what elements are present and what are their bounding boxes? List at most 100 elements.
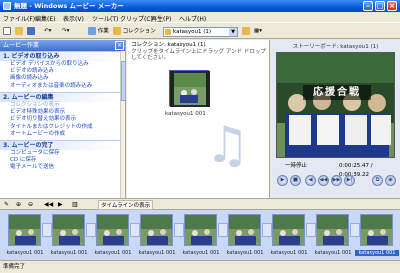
zoom-in-icon[interactable]: ⊕ [16,200,21,210]
section-capture: 1. ビデオの取り込み ビデオ デバイスからの取り込み ビデオの読み込み 画像の… [0,51,120,90]
link-automovie[interactable]: オートムービーの作成 [0,131,120,138]
storyboard-frame[interactable] [360,214,393,246]
folder-icon [165,29,171,35]
storyboard-frame[interactable] [96,214,129,246]
zoom-out-icon[interactable]: ⊖ [28,200,33,210]
maximize-button[interactable]: □ [375,1,385,11]
section-finish: 3. ムービーの完了 コンピュータに保存 CD に保存 電子メールで送信 [0,140,120,172]
storyboard: katasyou1 001 katasyou1 001 katasyou1 001 k… [0,210,400,261]
menu-file[interactable]: ファイル(F) [3,14,35,23]
previous-frame-icon[interactable]: ◀ [305,175,316,186]
collection-dropdown[interactable]: katasyou1 (1) ▼ [163,27,238,37]
section-finish-header[interactable]: 3. ムービーの完了 [0,140,120,150]
tasks-button[interactable]: 作業 [88,27,109,36]
preview-title: ストーリーボード: katasyou1 (1) [292,44,379,50]
play-icon[interactable]: ▶ [277,175,288,186]
play-storyboard-icon[interactable]: ▶ [58,200,63,210]
undo-icon[interactable]: ↶▾ [44,27,51,36]
collection-hint: クリップをタイムライン上にドラッグ アンド ドロップしてください。 [131,48,266,62]
clip-thumbnail-image [170,71,210,107]
window-title: 無題 - Windows ムービー メーカー [14,2,124,10]
clip-thumbnail[interactable] [169,70,210,107]
transition-slot[interactable] [306,223,316,237]
transition-slot[interactable] [42,223,52,237]
music-note-watermark-icon: ♫ [205,116,250,174]
menu-play[interactable]: 再生(P) [151,14,171,23]
movie-tasks-pane: ムービー作業 × 1. ビデオの取り込み ビデオ デバイスからの取り込み ビデオ… [0,40,126,198]
audio-levels-icon[interactable]: ▥ [72,200,78,210]
save-project-icon[interactable] [27,27,35,36]
storyboard-frame-label: katasyou1 001 [314,250,352,256]
transition-slot[interactable] [262,223,272,237]
playback-info: 一時停止 0:00:25.47 / 0:00:39.22 [275,162,397,178]
collections-button[interactable]: コレクション [113,27,156,36]
storyboard-frame[interactable] [140,214,173,246]
tasks-scrollbar[interactable] [120,51,125,198]
view-options-icon[interactable]: ▦▾ [254,27,262,36]
collection-pane: コレクション: katasyou1 (1) クリップをタイムライン上にドラッグ … [127,40,270,198]
storyboard-frame-label: katasyou1 001 [182,250,220,256]
link-send-email[interactable]: 電子メールで送信 [0,164,120,171]
link-import-audio[interactable]: オーディオまたは音楽の読み込み [0,83,120,90]
storyboard-frame-label: katasyou1 001 [94,250,132,256]
storyboard-frame-label: katasyou1 001 [138,250,176,256]
playback-status: 一時停止 [285,163,308,169]
link-video-transitions[interactable]: ビデオ切り替え効果の表示 [0,116,120,123]
menu-bar: ファイル(F) 編集(E) 表示(V) ツール(T) クリップ(C) 再生(P)… [0,12,400,23]
link-import-pictures[interactable]: 画像の読み込み [0,75,120,82]
snapshot-icon[interactable]: ◉ [385,175,396,186]
playback-controls: ▶ ■ ◀ ◀◀ ▶▶ ▶| ⧉ ◉ [275,173,397,189]
storyboard-frame[interactable] [184,214,217,246]
new-project-icon[interactable] [3,27,11,36]
storyboard-frame-label: katasyou1 001 [355,250,399,256]
close-pane-icon[interactable]: × [115,41,124,50]
storyboard-frame[interactable] [228,214,261,246]
section-edit-header[interactable]: 2. ムービーの編集 [0,92,120,102]
storyboard-frame[interactable] [272,214,305,246]
up-folder-icon[interactable] [242,27,250,36]
fast-forward-icon[interactable]: ▶▶ [331,175,342,186]
clip-label: katasyou1 001 [165,111,206,117]
title-bar: 無題 - Windows ムービー メーカー – □ × [0,0,400,12]
collections-icon [113,27,121,35]
menu-edit[interactable]: 編集(E) [35,14,55,23]
storyboard-frame-label: katasyou1 001 [226,250,264,256]
transition-slot[interactable] [218,223,228,237]
rewind-storyboard-icon[interactable]: ◀◀ [44,200,53,210]
app-icon [3,2,11,10]
scroll-thumb[interactable] [121,61,125,101]
split-icon[interactable]: ⧉ [372,175,383,186]
section-capture-header[interactable]: 1. ビデオの取り込み [0,51,120,61]
video-frame-image [277,53,394,157]
video-caption: 応援合戦 [303,85,371,100]
next-frame-icon[interactable]: ▶| [344,175,355,186]
narrate-icon[interactable]: ✎ [4,200,9,210]
redo-icon[interactable]: ↷▾ [62,27,69,36]
storyboard-frame-label: katasyou1 001 [6,250,44,256]
menu-clip[interactable]: クリップ(C) [120,14,153,23]
preview-monitor: ストーリーボード: katasyou1 (1) 応援合戦 一時停止 0:00:2… [271,40,400,198]
storyboard-frame[interactable] [52,214,85,246]
link-titles-credits[interactable]: タイトルまたはクレジットの作成 [0,124,120,131]
transition-slot[interactable] [174,223,184,237]
storyboard-frame[interactable] [8,214,41,246]
close-button[interactable]: × [387,1,397,11]
storyboard-frame[interactable] [316,214,349,246]
section-edit: 2. ムービーの編集 コレクションの表示 ビデオ特殊効果の表示 ビデオ切り替え効… [0,92,120,138]
storyboard-toolbar: ✎ ⊕ ⊖ ◀◀ ▶ ▥ タイムラインの表示 [0,198,400,210]
collection-dropdown-value: katasyou1 (1) [173,29,211,35]
minimize-button[interactable]: – [363,1,373,11]
menu-view[interactable]: 表示(V) [63,14,84,23]
chevron-down-icon[interactable]: ▼ [229,28,237,36]
transition-slot[interactable] [130,223,140,237]
stop-icon[interactable]: ■ [290,175,301,186]
transition-slot[interactable] [86,223,96,237]
video-screen: 応援合戦 [276,52,395,158]
open-project-icon[interactable] [15,27,23,36]
show-timeline-button[interactable]: タイムラインの表示 [98,200,154,210]
menu-help[interactable]: ヘルプ(H) [179,14,206,23]
menu-tools[interactable]: ツール(T) [92,14,118,23]
transition-slot[interactable] [350,223,360,237]
rewind-icon[interactable]: ◀◀ [318,175,329,186]
collection-header: コレクション: katasyou1 (1) クリップをタイムライン上にドラッグ … [131,42,267,62]
